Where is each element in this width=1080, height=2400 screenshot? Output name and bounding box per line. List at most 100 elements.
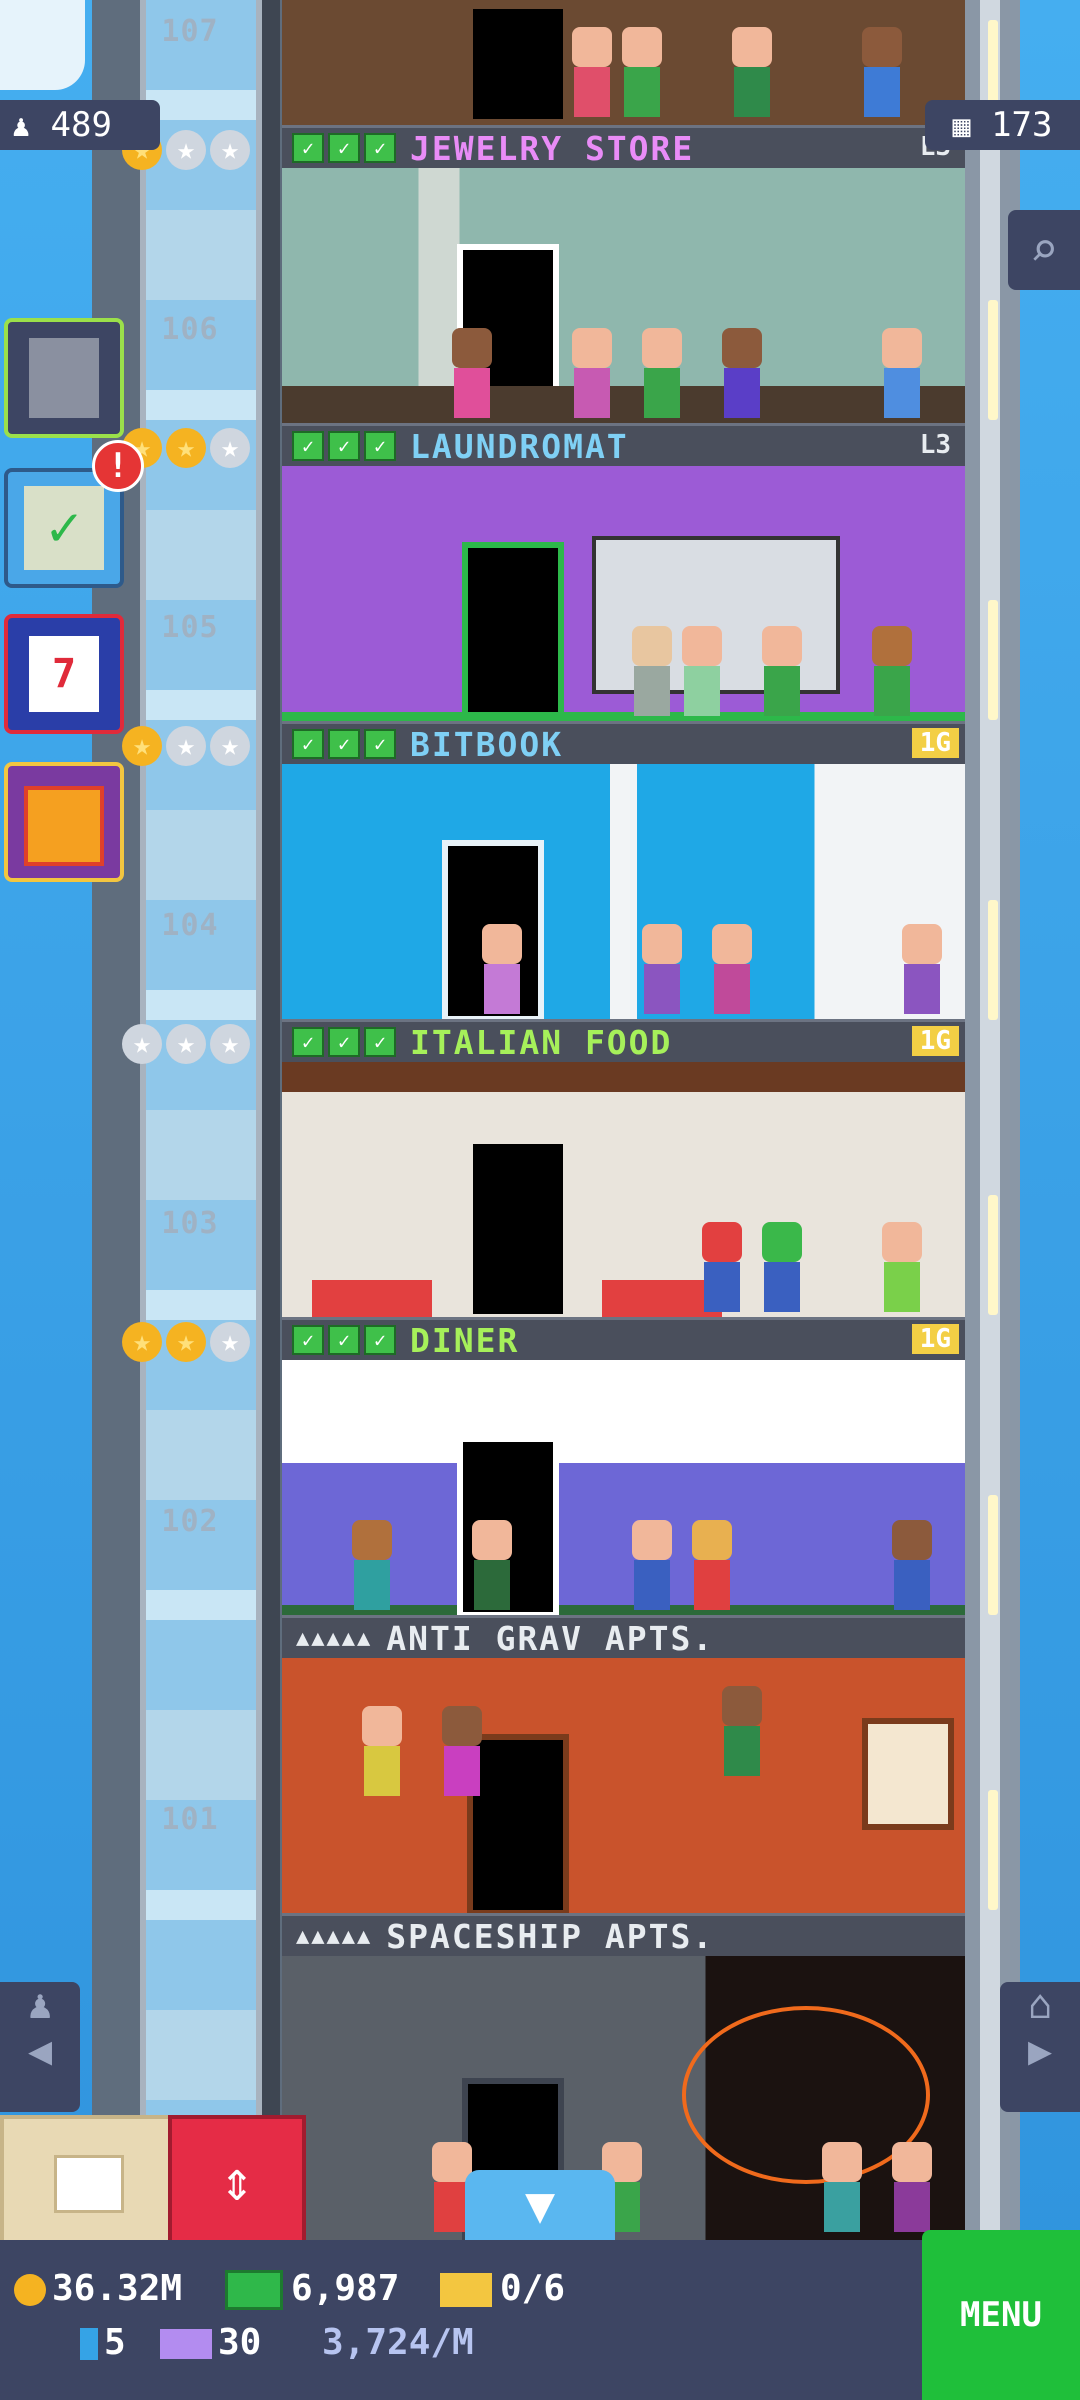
bitizen[interactable] xyxy=(362,1706,402,1796)
chevron-down-icon: ▼ xyxy=(524,2176,556,2234)
wall-window xyxy=(988,1495,998,1615)
calendar-icon: 7 xyxy=(29,636,99,712)
bitizen[interactable] xyxy=(762,1222,802,1312)
bitizen[interactable] xyxy=(702,1222,742,1312)
floor-name: SPACESHIP APTS. xyxy=(386,1916,715,1956)
bitizen[interactable] xyxy=(572,27,612,117)
bitizen[interactable] xyxy=(632,626,672,716)
bitizen[interactable] xyxy=(682,626,722,716)
bitizen[interactable] xyxy=(902,924,942,1014)
bitizen[interactable] xyxy=(872,626,912,716)
search-button[interactable]: ⌕ xyxy=(1008,210,1080,290)
bitizen[interactable] xyxy=(642,924,682,1014)
bitizen[interactable] xyxy=(722,328,762,418)
pergola xyxy=(282,1062,965,1092)
bitizen[interactable] xyxy=(712,924,752,1014)
stock-checks: ✓ ✓ ✓ xyxy=(292,729,396,759)
bitizen[interactable] xyxy=(642,328,682,418)
scroll-down-button[interactable]: ▼ xyxy=(465,2170,615,2240)
bitizen[interactable] xyxy=(882,328,922,418)
income-rate: 3,724/M xyxy=(322,2322,474,2363)
floor-banner-bitbook[interactable]: ✓ ✓ ✓ BITBOOK 1G xyxy=(282,721,965,764)
bitizen[interactable] xyxy=(452,328,492,418)
elevator-button[interactable]: ⇕ xyxy=(168,2115,306,2248)
calendar-button[interactable]: 7 xyxy=(4,614,124,734)
bitizen[interactable] xyxy=(442,1706,482,1796)
floor-level: 1G xyxy=(911,728,959,758)
diner-scene[interactable] xyxy=(282,1360,965,1618)
jewelry-store-scene[interactable] xyxy=(282,168,965,426)
chevron-right-icon: ▶ xyxy=(1027,2028,1053,2074)
bitizen[interactable] xyxy=(472,1520,512,1610)
floor-counter[interactable]: ▦ 173 xyxy=(925,100,1080,150)
build-floor-button[interactable] xyxy=(0,2115,178,2248)
bitizen[interactable] xyxy=(722,1686,762,1776)
floor-door xyxy=(462,542,564,724)
anti-grav-apts-scene[interactable] xyxy=(282,1658,965,1916)
bitizen[interactable] xyxy=(352,1520,392,1610)
elevator-rail xyxy=(262,0,280,2240)
bitizen[interactable] xyxy=(822,2142,862,2232)
spaceship-apts-scene[interactable] xyxy=(282,1956,965,2240)
star-icon: ★ xyxy=(210,726,250,766)
floor-count-value: 173 xyxy=(991,105,1053,145)
bux-counter[interactable]: 6,987 xyxy=(225,2268,399,2310)
bitizen[interactable] xyxy=(762,626,802,716)
floor-number-101: 101 xyxy=(161,1802,219,1837)
population-counter[interactable]: ♟ 489 xyxy=(0,100,160,150)
bitizen[interactable] xyxy=(862,27,902,117)
gift-icon xyxy=(24,786,104,866)
floor-banner-laundromat[interactable]: ✓ ✓ ✓ LAUNDROMAT L3 xyxy=(282,423,965,466)
missions-alert-badge: ! xyxy=(92,440,144,492)
laundromat-scene[interactable] xyxy=(282,466,965,724)
person-icon: ♟ xyxy=(12,109,31,144)
italian-food-scene[interactable] xyxy=(282,1062,965,1320)
residents-indicator: ▲▲▲▲▲ xyxy=(296,1625,373,1651)
floor-banner-diner[interactable]: ✓ ✓ ✓ DINER 1G xyxy=(282,1317,965,1360)
bitizen[interactable] xyxy=(632,1520,672,1610)
bitizen[interactable] xyxy=(692,1520,732,1610)
floor-stars-bitbook: ★ ★ ★ xyxy=(122,726,250,766)
bitbook-scene[interactable] xyxy=(282,764,965,1022)
bitizen[interactable] xyxy=(892,1520,932,1610)
bitizen[interactable] xyxy=(622,27,662,117)
building-list-button[interactable] xyxy=(4,318,124,438)
floor-banner-jewelry-store[interactable]: ✓✓✓ JEWELRY STORE L3 xyxy=(282,125,965,168)
menu-button[interactable]: MENU xyxy=(922,2230,1080,2400)
bitizen[interactable] xyxy=(732,27,772,117)
coins-counter[interactable]: 36.32M xyxy=(14,2268,182,2309)
vip-counter[interactable]: 30 xyxy=(160,2322,261,2363)
floor-name: LAUNDROMAT xyxy=(410,426,629,466)
coin-icon xyxy=(14,2274,46,2306)
scroll-top-button[interactable]: ⌂ ▶ xyxy=(1000,1982,1080,2112)
floor-level: L3 xyxy=(919,430,951,460)
star-icon: ★ xyxy=(166,428,206,468)
tickets-value: 0/6 xyxy=(500,2268,566,2309)
bitizen[interactable] xyxy=(572,328,612,418)
floor-stars-italian-food: ★ ★ ★ xyxy=(122,1024,250,1064)
bitizen[interactable] xyxy=(882,1222,922,1312)
floor-door xyxy=(467,1138,569,1320)
floor-banner-spaceship-apts[interactable]: ▲▲▲▲▲ SPACESHIP APTS. xyxy=(282,1913,965,1956)
bits-counter[interactable]: 5 xyxy=(80,2322,126,2363)
bitizen[interactable] xyxy=(892,2142,932,2232)
star-icon: ★ xyxy=(166,1024,206,1064)
star-icon: ★ xyxy=(122,1322,162,1362)
floor-name: ANTI GRAV APTS. xyxy=(386,1618,715,1658)
bux-value: 6,987 xyxy=(291,2268,400,2309)
star-icon: ★ xyxy=(166,130,206,170)
population-value: 489 xyxy=(50,105,112,145)
scroll-up-lobby-button[interactable]: ♟ ◀ xyxy=(0,1982,80,2112)
gift-button[interactable] xyxy=(4,762,124,882)
floor-107-scene[interactable] xyxy=(282,0,965,125)
floor-banner-anti-grav-apts[interactable]: ▲▲▲▲▲ ANTI GRAV APTS. xyxy=(282,1615,965,1658)
vip-icon xyxy=(160,2329,212,2359)
tickets-counter[interactable]: 0/6 xyxy=(440,2268,565,2309)
chevron-left-icon: ◀ xyxy=(27,2028,53,2074)
building-icon: ▦ xyxy=(952,109,971,144)
floor-banner-italian-food[interactable]: ✓ ✓ ✓ ITALIAN FOOD 1G xyxy=(282,1019,965,1062)
stock-checks: ✓ ✓ ✓ xyxy=(292,431,396,461)
bitizen[interactable] xyxy=(482,924,522,1014)
dining-table xyxy=(312,1280,432,1320)
floor-name: ITALIAN FOOD xyxy=(410,1022,673,1062)
